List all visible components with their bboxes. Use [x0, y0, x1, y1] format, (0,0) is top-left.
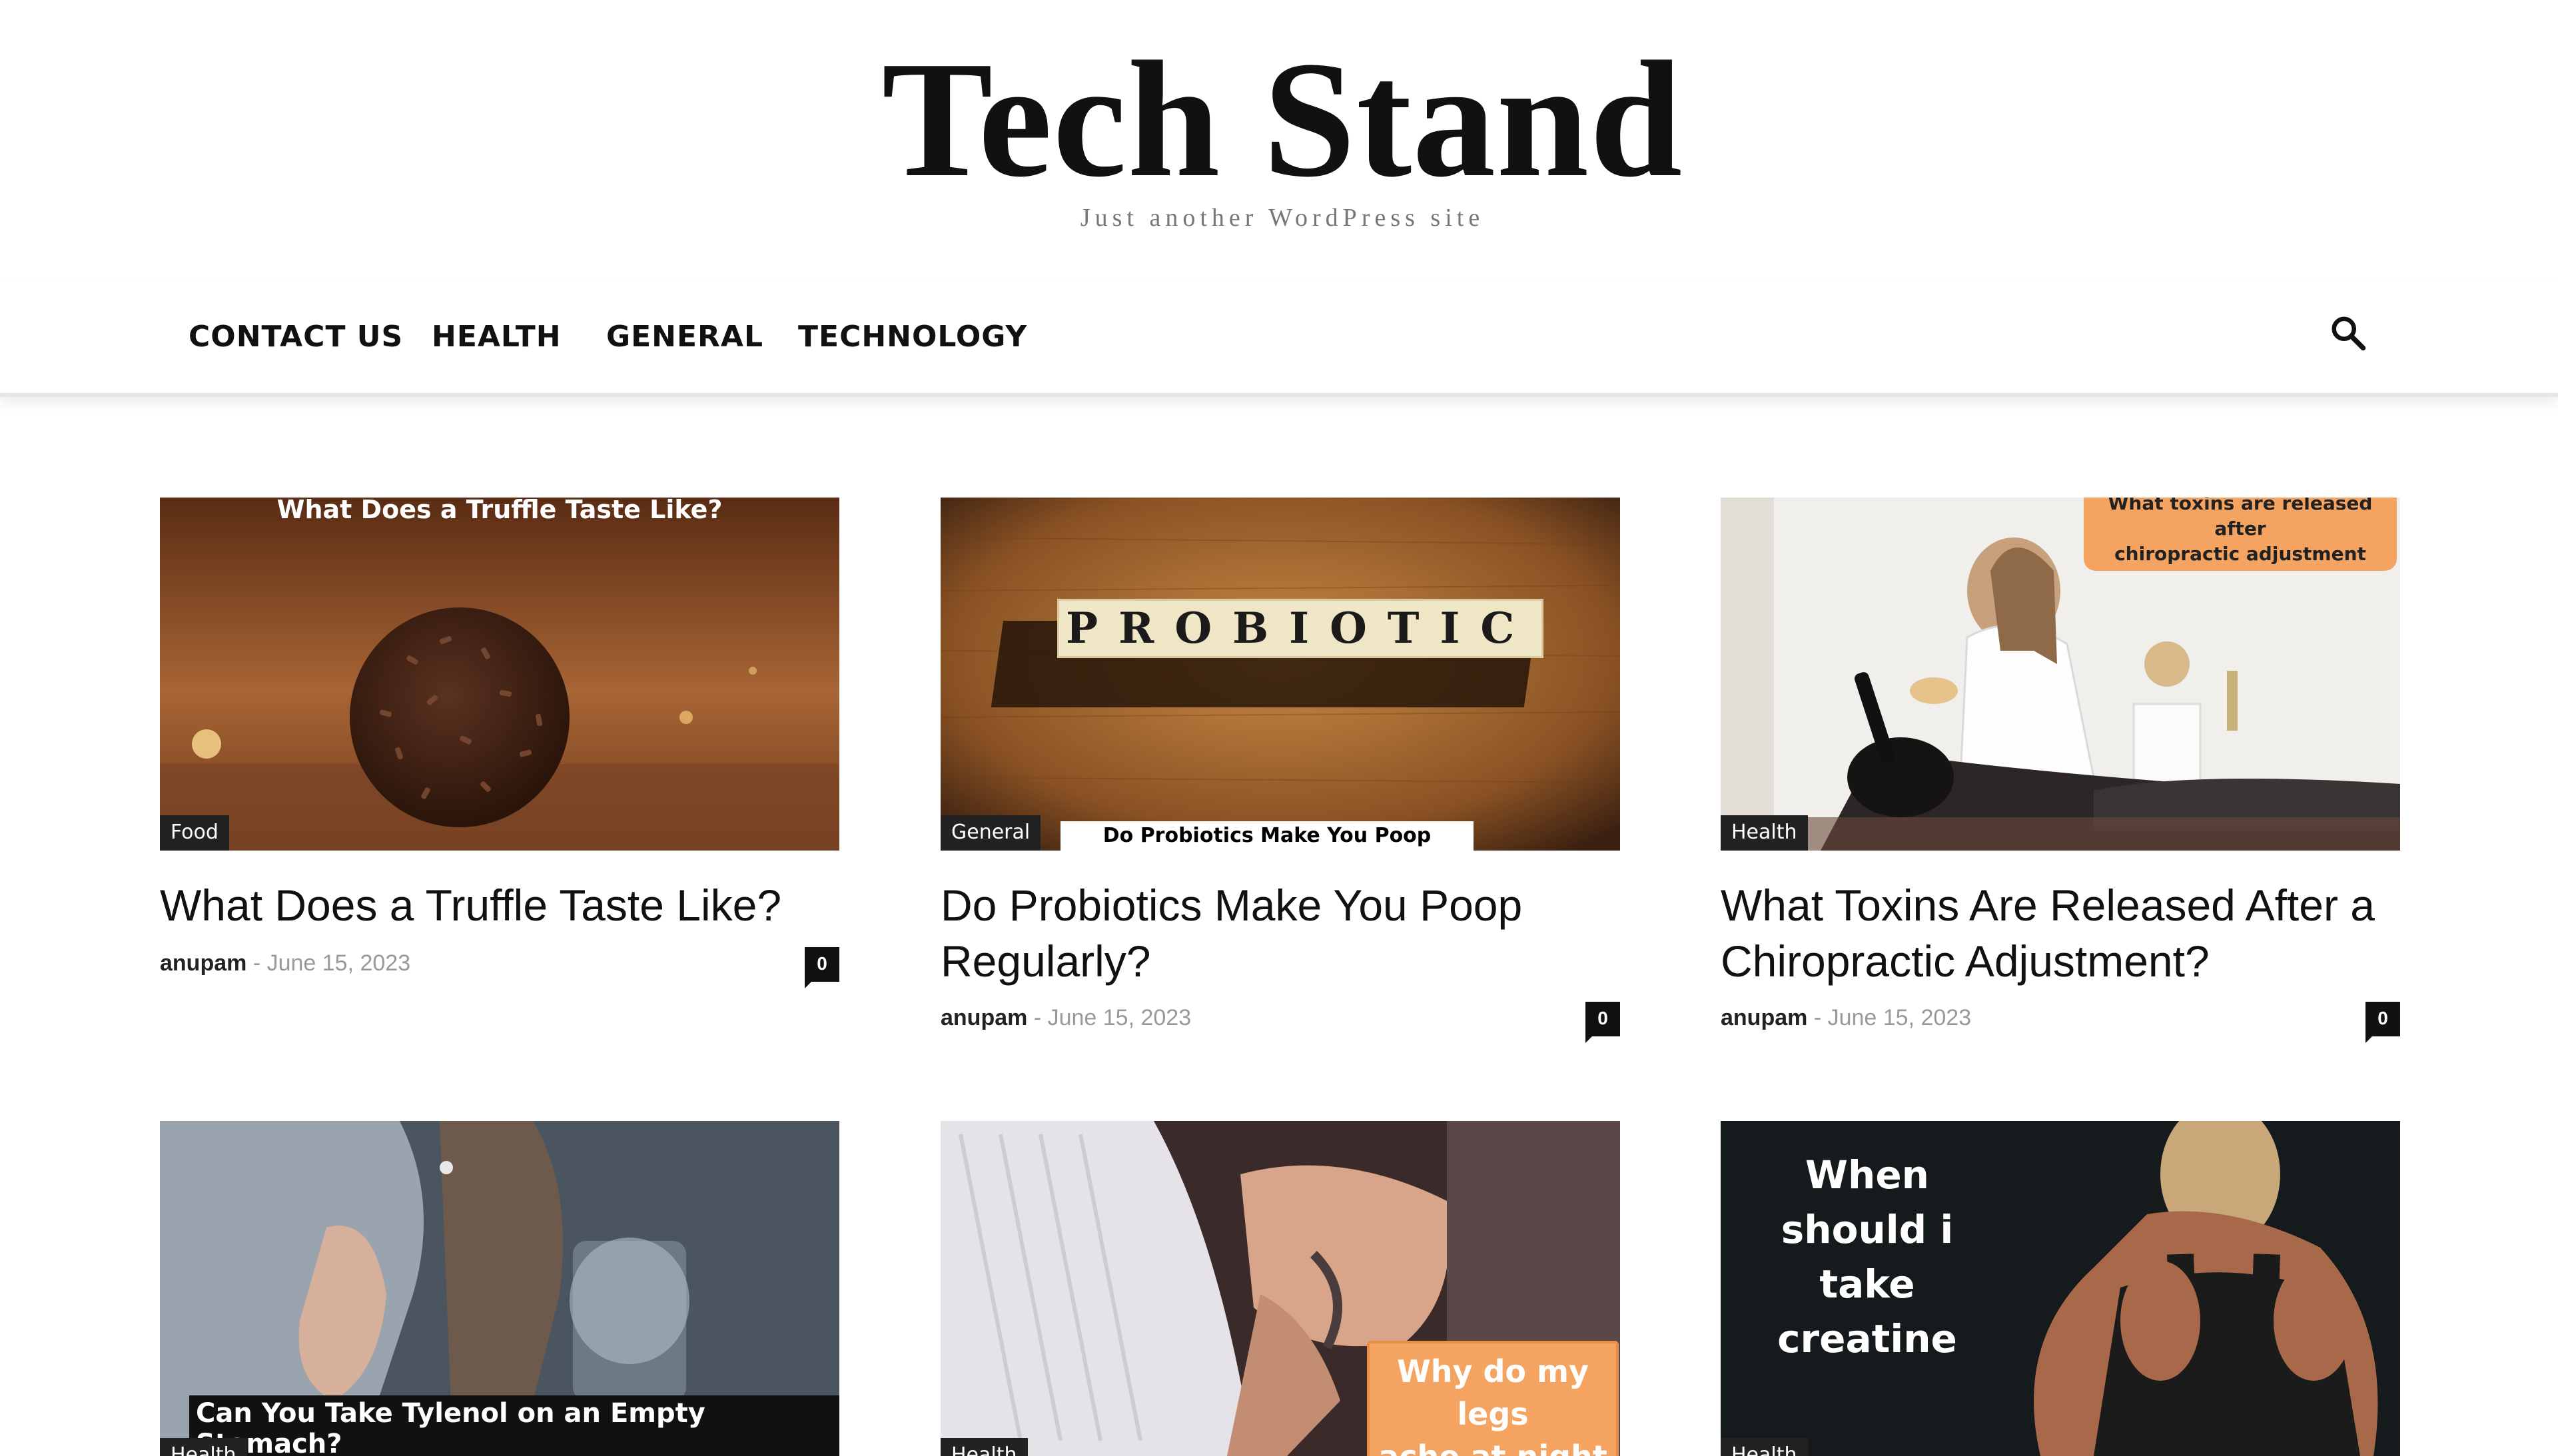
comment-count[interactable]: 0: [2365, 1002, 2400, 1043]
category-badge[interactable]: Health: [160, 1438, 247, 1456]
probiotic-image: [941, 498, 1620, 851]
post-card: Why do my legs ache at night Health: [941, 1121, 1620, 1456]
post-card: Can You Take Tylenol on an Empty Stomach…: [160, 1121, 839, 1456]
search-icon: [2332, 316, 2366, 351]
post-card: What Does a Truffle Taste Like? Food Wha…: [160, 498, 839, 1017]
post-title[interactable]: Do Probiotics Make You Poop Regularly?: [941, 877, 1613, 989]
image-caption: What toxins are released after chiroprac…: [2084, 498, 2397, 571]
post-date: June 15, 2023: [1047, 1005, 1192, 1030]
post-author[interactable]: anupam: [1721, 1005, 1807, 1030]
category-badge[interactable]: Health: [941, 1438, 1028, 1456]
post-card: PROBIOTIC Do Probiotics Make You Poop Re…: [941, 498, 1620, 1044]
image-caption-line: chiropractic adjustment: [2114, 543, 2366, 565]
image-caption: When should i take creatine: [1747, 1148, 1987, 1366]
nav-item-health[interactable]: HEALTH: [432, 320, 562, 354]
site-title[interactable]: Tech Stand: [0, 33, 2558, 206]
post-meta: anupam - June 15, 2023: [941, 1005, 1191, 1031]
post-title[interactable]: What Toxins Are Released After a Chiropr…: [1721, 877, 2393, 989]
post-author[interactable]: anupam: [941, 1005, 1027, 1030]
category-badge[interactable]: General: [941, 815, 1041, 851]
post-title[interactable]: What Does a Truffle Taste Like?: [160, 877, 833, 933]
post-thumbnail[interactable]: PROBIOTIC Do Probiotics Make You Poop Re…: [941, 498, 1620, 851]
nav-item-technology[interactable]: TECHNOLOGY: [798, 320, 1027, 354]
category-badge[interactable]: Food: [160, 815, 229, 851]
category-badge[interactable]: Health: [1721, 815, 1808, 851]
main-navigation: CONTACT US HEALTH GENERAL TECHNOLOGY: [0, 280, 2558, 397]
post-card: What toxins are released after chiroprac…: [1721, 498, 2400, 1044]
post-thumbnail[interactable]: When should i take creatine Health: [1721, 1121, 2400, 1456]
comment-count[interactable]: 0: [805, 947, 839, 988]
post-meta: anupam - June 15, 2023: [1721, 1005, 1971, 1031]
image-caption-line: take creatine: [1777, 1262, 1957, 1361]
site-tagline: Just another WordPress site: [1080, 204, 1485, 232]
image-caption-line: ache at night: [1370, 1435, 1616, 1456]
post-date: June 15, 2023: [1827, 1005, 1972, 1030]
image-caption: What Does a Truffle Taste Like?: [276, 498, 723, 524]
post-thumbnail[interactable]: What toxins are released after chiroprac…: [1721, 498, 2400, 851]
image-caption: Do Probiotics Make You Poop Regularly?: [1061, 821, 1474, 851]
nav-item-general[interactable]: GENERAL: [606, 320, 763, 354]
post-author[interactable]: anupam: [160, 950, 246, 976]
category-badge[interactable]: Health: [1721, 1438, 1808, 1456]
nav-item-contact-us[interactable]: CONTACT US: [189, 320, 403, 354]
truffle-image: [160, 498, 839, 851]
meta-separator: -: [1033, 1005, 1048, 1030]
post-thumbnail[interactable]: What Does a Truffle Taste Like? Food: [160, 498, 839, 851]
image-caption: Can You Take Tylenol on an Empty Stomach…: [189, 1395, 839, 1456]
image-caption: Why do my legs ache at night: [1367, 1341, 1619, 1456]
site-header: Tech Stand Just another WordPress site: [0, 0, 2558, 280]
post-date: June 15, 2023: [266, 950, 411, 976]
post-thumbnail[interactable]: Can You Take Tylenol on an Empty Stomach…: [160, 1121, 839, 1456]
image-caption-line: Why do my legs: [1397, 1353, 1589, 1432]
meta-separator: -: [1813, 1005, 1828, 1030]
meta-separator: -: [252, 950, 267, 976]
post-meta: anupam - June 15, 2023: [160, 950, 410, 976]
image-caption-line: What toxins are released after: [2108, 498, 2373, 540]
tile-word: PROBIOTIC: [1057, 599, 1544, 658]
image-caption-line: When should i: [1781, 1152, 1954, 1252]
post-thumbnail[interactable]: Why do my legs ache at night Health: [941, 1121, 1620, 1456]
post-card: When should i take creatine Health: [1721, 1121, 2400, 1456]
search-button[interactable]: [2328, 313, 2368, 353]
comment-count[interactable]: 0: [1585, 1002, 1620, 1043]
